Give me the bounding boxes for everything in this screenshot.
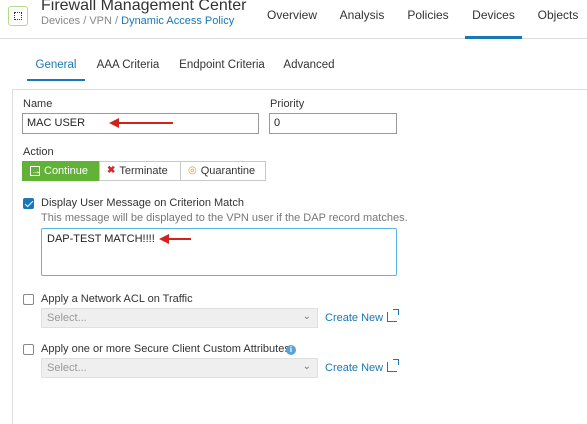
network-acl-select[interactable]: Select... ⌄ (41, 308, 318, 328)
display-message-checkbox[interactable] (23, 198, 34, 209)
continue-button[interactable]: → Continue (22, 161, 100, 181)
breadcrumb-dynamic-access-policy[interactable]: Dynamic Access Policy (121, 15, 234, 27)
action-label: Action (23, 146, 54, 158)
priority-label: Priority (270, 98, 305, 110)
continue-label: Continue (44, 165, 89, 177)
annotation-arrow (109, 118, 173, 128)
user-message-textarea[interactable]: DAP-TEST MATCH!!!! (41, 228, 397, 276)
network-acl-label: Apply a Network ACL on Traffic (41, 293, 193, 305)
tab-general[interactable]: General (27, 57, 85, 81)
quarantine-icon: ◎ (188, 165, 197, 176)
terminate-label: Terminate (119, 165, 168, 177)
breadcrumb-devices[interactable]: Devices (41, 15, 80, 27)
annotation-arrow (159, 234, 191, 244)
action-segmented-control: → Continue ✖ Terminate ◎ Quarantine (22, 161, 266, 181)
network-acl-select-value: Select... (47, 312, 87, 324)
custom-attributes-select-value: Select... (47, 362, 87, 374)
nav-overview[interactable]: Overview (262, 0, 322, 39)
nav-objects[interactable]: Objects (532, 0, 584, 39)
tab-endpoint-criteria[interactable]: Endpoint Criteria (176, 57, 268, 81)
network-acl-checkbox[interactable] (23, 294, 34, 305)
priority-input[interactable]: 0 (269, 113, 397, 134)
breadcrumb: Devices / VPN / Dynamic Access Policy (41, 15, 235, 27)
continue-icon: → (30, 166, 41, 177)
terminate-icon: ✖ (107, 165, 116, 176)
tab-aaa-criteria[interactable]: AAA Criteria (94, 57, 162, 81)
app-title: Firewall Management Center (41, 0, 247, 14)
nav-devices[interactable]: Devices (465, 0, 522, 39)
create-new-label: Create New (325, 362, 384, 374)
custom-attributes-checkbox[interactable] (23, 344, 34, 355)
info-icon[interactable]: i (286, 345, 296, 355)
terminate-button[interactable]: ✖ Terminate (99, 161, 181, 181)
custom-attributes-select[interactable]: Select... ⌄ (41, 358, 318, 378)
breadcrumb-vpn[interactable]: VPN (89, 15, 112, 27)
display-message-hint: This message will be displayed to the VP… (41, 212, 408, 224)
nav-analysis[interactable]: Analysis (334, 0, 390, 39)
external-link-icon (387, 309, 400, 322)
network-acl-create-new-link[interactable]: Create New (325, 309, 400, 324)
custom-attributes-label: Apply one or more Secure Client Custom A… (41, 343, 290, 355)
app-header: Firewall Management Center Devices / VPN… (0, 0, 587, 39)
create-new-label: Create New (325, 312, 384, 324)
quarantine-button[interactable]: ◎ Quarantine (180, 161, 266, 181)
external-link-icon (387, 359, 400, 372)
chevron-down-icon: ⌄ (302, 361, 311, 372)
display-message-label: Display User Message on Criterion Match (41, 197, 244, 209)
nav-policies[interactable]: Policies (402, 0, 454, 39)
quarantine-label: Quarantine (200, 165, 256, 177)
app-logo-icon (8, 6, 28, 26)
chevron-down-icon: ⌄ (302, 311, 311, 322)
custom-attributes-create-new-link[interactable]: Create New (325, 359, 400, 374)
name-label: Name (23, 98, 53, 110)
tab-advanced[interactable]: Advanced (280, 57, 338, 81)
